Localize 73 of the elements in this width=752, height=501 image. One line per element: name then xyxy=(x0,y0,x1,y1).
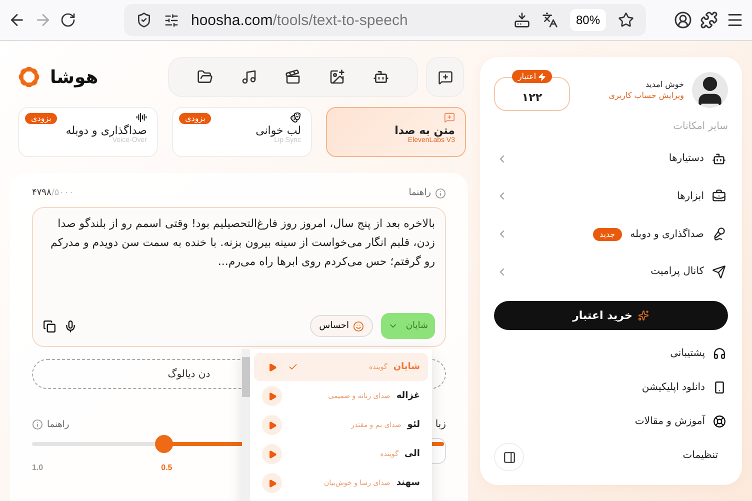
play-icon xyxy=(268,420,276,430)
toolbox-icon xyxy=(712,189,726,204)
menu-item[interactable]: آموزش و مقالات xyxy=(632,404,728,439)
menu-button[interactable] xyxy=(726,11,744,29)
headset-icon xyxy=(713,346,726,360)
send-icon xyxy=(712,264,726,279)
scrollbar[interactable] xyxy=(242,349,250,501)
smile-icon xyxy=(353,320,364,332)
check-icon xyxy=(288,362,298,372)
text-input[interactable]: بالاخره بعد از پنج سال، امروز روز فارغ‌التحصیلیم بود! وقتی اسمم رو از بلندگو صدا زدن، قلبم انگار می‌خواست از سینه بیرون بزنه. با خنده به سمت سن دویدم و مدرکم رو گرفتم؛ حس می‌کردم روی ابرها راه می‌رم... شایان احساس xyxy=(32,207,446,347)
play-icon xyxy=(268,450,276,458)
menu-item[interactable]: ابزارها xyxy=(494,178,728,216)
url-text: hoosha.com/tools/text-to-speech xyxy=(191,12,408,28)
slider-thumb[interactable] xyxy=(154,435,173,453)
play-button[interactable] xyxy=(262,473,282,493)
permissions-icon xyxy=(164,12,179,28)
panel-icon xyxy=(502,450,516,464)
menu-item[interactable]: صداگذاری و دوبله جدید xyxy=(494,215,728,253)
new-chat-button[interactable] xyxy=(426,57,464,97)
music-note-icon xyxy=(241,69,257,85)
zoom-level[interactable]: 80% xyxy=(570,9,606,31)
menu-item[interactable]: کانال پرامیت xyxy=(494,252,728,291)
avatar xyxy=(692,72,728,108)
lightning-icon xyxy=(538,72,546,80)
language-label: زبا xyxy=(435,419,446,430)
copy-icon[interactable] xyxy=(43,320,56,332)
lifebuoy-icon xyxy=(713,415,726,428)
menu-item[interactable]: پشتیبانی xyxy=(668,336,728,370)
shield-icon xyxy=(136,12,152,28)
greeting: خوش امدید xyxy=(644,80,684,89)
image-icon xyxy=(329,69,345,85)
guide-button[interactable]: راهنما xyxy=(32,419,70,430)
play-button[interactable] xyxy=(262,415,282,435)
back-button[interactable] xyxy=(8,11,26,29)
info-icon xyxy=(32,419,43,430)
chat-icon xyxy=(444,112,455,123)
play-button[interactable] xyxy=(262,386,282,406)
folder-icon xyxy=(197,69,213,85)
phone-icon xyxy=(713,380,726,394)
translate-icon[interactable] xyxy=(542,12,558,28)
robot-icon xyxy=(712,152,726,166)
clapperboard-icon xyxy=(285,69,301,85)
save-page-icon[interactable] xyxy=(514,12,530,28)
logo-text: هوشا xyxy=(50,66,98,88)
credit-value: ۱۲۲ xyxy=(522,90,542,104)
reload-button[interactable] xyxy=(60,12,76,28)
menu-item[interactable]: دانلود اپلیکیشن xyxy=(640,370,728,404)
info-icon xyxy=(435,188,446,198)
slider-value-label: 0.5 xyxy=(161,463,172,472)
emotion-button[interactable]: احساس xyxy=(310,315,373,337)
menu-item[interactable]: دستیارها xyxy=(494,140,728,178)
account-button[interactable] xyxy=(674,11,692,29)
menu-item[interactable]: تنظیمات xyxy=(680,438,728,473)
voice-wave-icon xyxy=(136,112,147,123)
play-icon xyxy=(268,392,276,400)
slider-max-label: 1.0 xyxy=(32,463,44,472)
play-button[interactable] xyxy=(262,444,282,464)
buy-credit-button[interactable]: خرید اعتبار xyxy=(494,300,728,330)
extensions-button[interactable] xyxy=(700,11,718,29)
sparkle-icon xyxy=(638,310,650,321)
microphone-icon xyxy=(712,227,726,242)
credit-badge: اعتبار xyxy=(512,70,552,83)
robot-icon xyxy=(373,69,389,85)
chat-plus-icon xyxy=(438,70,452,84)
bookmark-icon[interactable] xyxy=(618,12,634,28)
character-counter: ۴۷۹۸/۵۰۰۰ xyxy=(32,188,74,198)
microphone-icon[interactable] xyxy=(64,320,77,332)
play-icon xyxy=(268,478,276,488)
address-bar[interactable]: hoosha.com/tools/text-to-speech 80% xyxy=(124,4,646,36)
play-button[interactable] xyxy=(262,357,282,377)
guide-button[interactable]: راهنما xyxy=(408,188,446,198)
section-title: سایر امکانات xyxy=(672,121,728,132)
play-icon xyxy=(268,362,276,372)
